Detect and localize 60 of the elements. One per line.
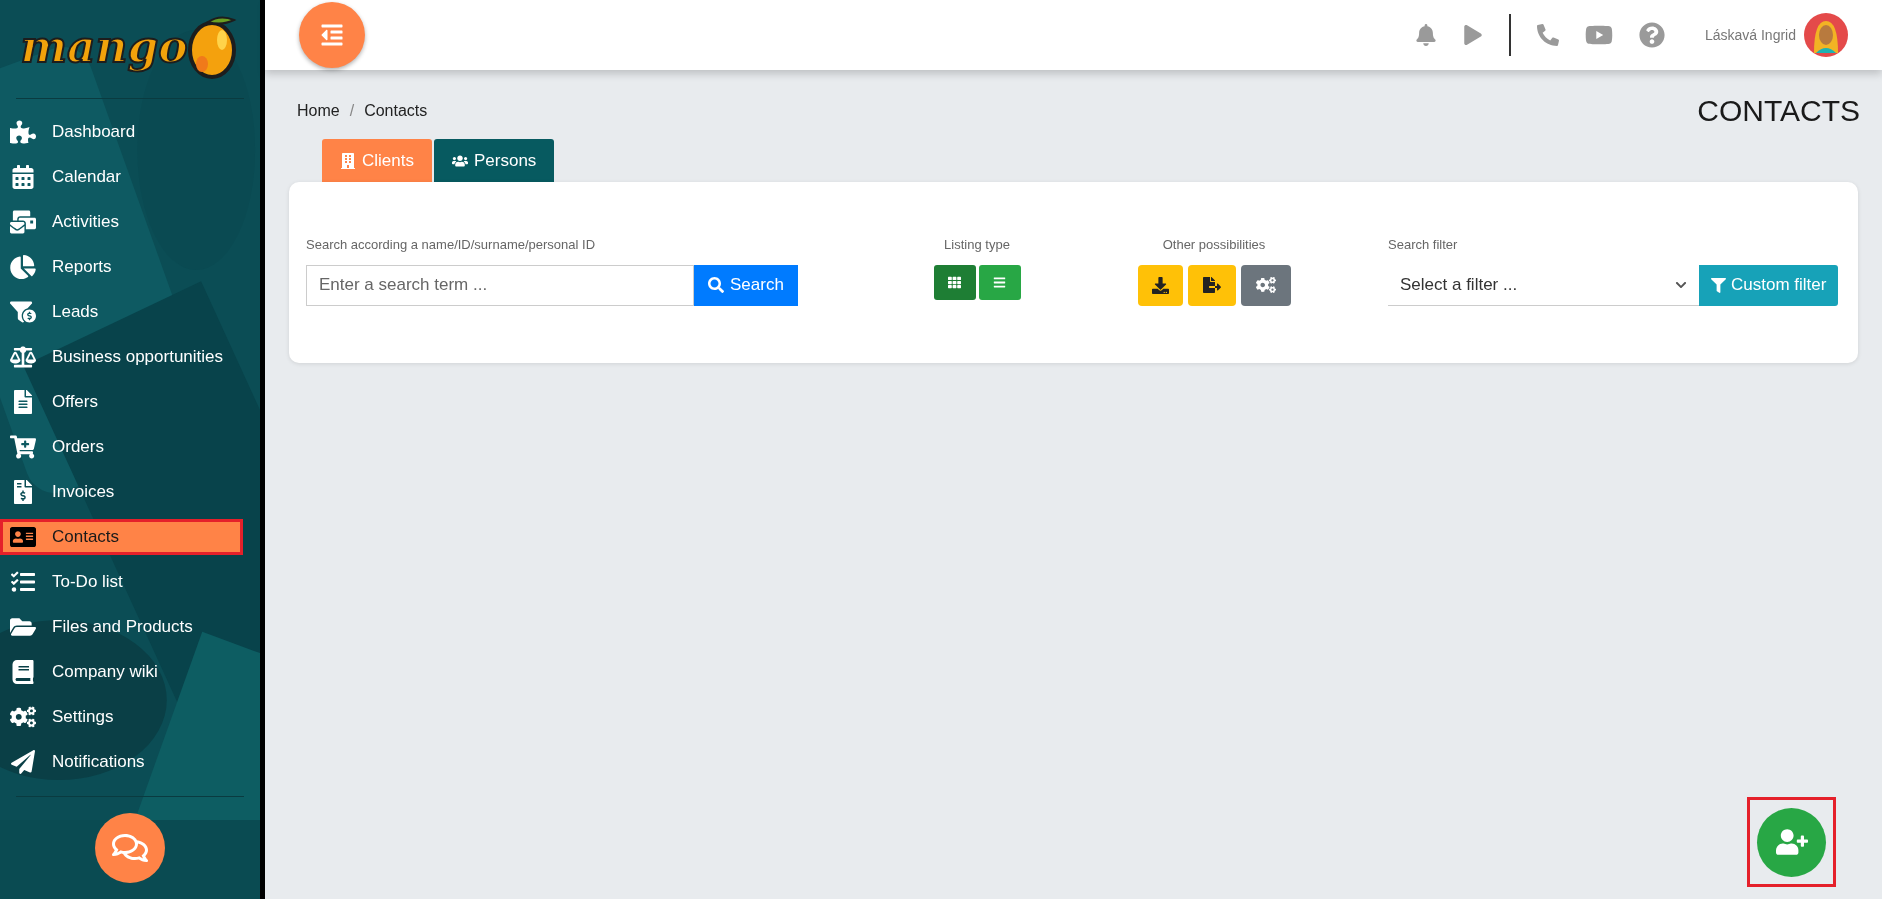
sidebar-item[interactable]: Calendar (0, 158, 243, 195)
download-button[interactable] (1137, 264, 1183, 306)
sidebar-item[interactable]: To-Do list (0, 563, 243, 600)
page-title: CONTACTS (1697, 93, 1860, 129)
breadcrumb-current: Contacts (364, 100, 428, 121)
sidebar-item[interactable]: Files and Products (0, 608, 243, 645)
field-label: Other possibilities (1162, 236, 1266, 254)
field-label: Search filter (1388, 236, 1459, 254)
envelopes-icon (10, 209, 36, 234)
breadcrumb-separator: / (349, 100, 355, 121)
search-button[interactable]: Search (694, 264, 798, 306)
grid-view-button[interactable] (933, 264, 976, 300)
scales-icon (10, 344, 36, 369)
book-icon (10, 659, 36, 684)
grid-icon (948, 275, 961, 289)
play-icon[interactable] (1462, 25, 1483, 45)
field-label: Listing type (944, 236, 1010, 254)
sidebar-item[interactable]: Invoices (0, 473, 243, 510)
building-icon (340, 152, 356, 169)
puzzle-icon (10, 119, 36, 144)
gears-icon (10, 704, 36, 729)
export-file-icon (1202, 276, 1221, 294)
menu-toggle-button[interactable] (299, 2, 365, 68)
sidebar-item[interactable]: Company wiki (0, 653, 243, 690)
sidebar-item[interactable]: Activities (0, 203, 243, 240)
user-plus-icon (1775, 826, 1808, 858)
sidebar-item[interactable]: Contacts (0, 518, 243, 555)
checklist-icon (10, 569, 36, 594)
sidebar-item[interactable]: Offers (0, 383, 243, 420)
calendar-icon (10, 164, 36, 189)
address-card-icon (10, 524, 36, 549)
download-icon (1151, 276, 1169, 294)
phone-icon[interactable] (1536, 24, 1559, 46)
bell-icon[interactable] (1414, 24, 1437, 46)
pie-chart-icon (10, 254, 36, 279)
field-label: Search according a name/ID/surname/personal ID (306, 236, 597, 254)
list-view-button[interactable] (978, 264, 1021, 300)
sidebar-item[interactable]: Reports (0, 248, 243, 285)
tab[interactable]: Persons (433, 139, 555, 182)
sidebar-item[interactable]: Orders (0, 428, 243, 465)
sidebar-item[interactable]: Business opportunities (0, 338, 243, 375)
paper-plane-icon (10, 749, 36, 774)
cart-plus-icon (10, 434, 36, 459)
export-button[interactable] (1187, 264, 1236, 306)
gears-icon (1255, 275, 1276, 295)
avatar-icon[interactable] (1804, 13, 1848, 57)
sidebar-item[interactable]: Leads (0, 293, 243, 330)
list-icon (993, 275, 1006, 289)
user-name[interactable]: Láskavá Ingrid (1704, 24, 1796, 46)
settings-button[interactable] (1240, 264, 1291, 306)
breadcrumb-link[interactable]: Home (297, 98, 340, 123)
help-icon[interactable] (1638, 22, 1665, 48)
search-icon (708, 277, 724, 293)
funnel-dollar-icon (10, 299, 36, 324)
sidebar-item[interactable]: Settings (0, 698, 243, 735)
search-field[interactable]: Enter a search term ... (306, 264, 694, 306)
filter-icon (1711, 277, 1726, 293)
sidebar-item[interactable]: Dashboard (0, 113, 243, 150)
outdent-icon (320, 23, 344, 47)
sidebar-item[interactable]: Notifications (0, 743, 243, 780)
